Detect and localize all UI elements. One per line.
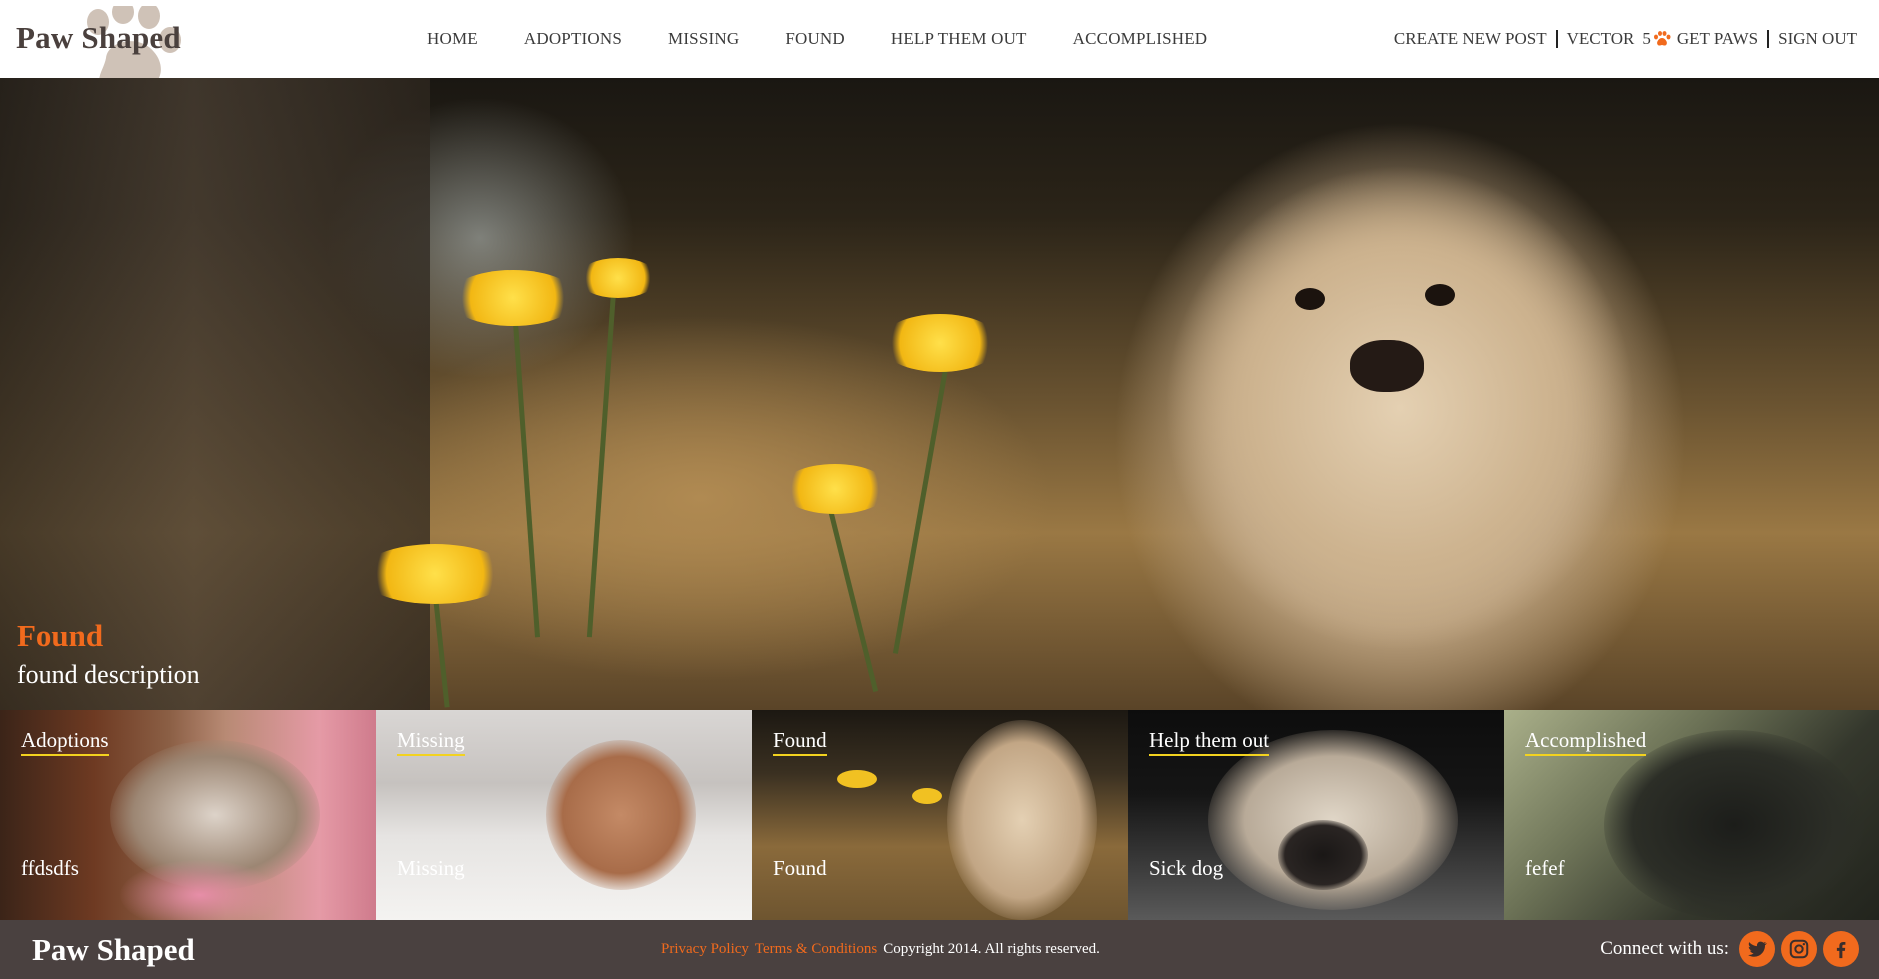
tile-heading[interactable]: Found [773, 728, 827, 756]
facebook-icon[interactable] [1823, 931, 1859, 967]
create-post-link[interactable]: CREATE NEW POST [1394, 29, 1547, 49]
tile-found[interactable]: Found Found [752, 710, 1128, 920]
tile-accomplished[interactable]: Accomplished fefef [1504, 710, 1879, 920]
dog-nose [1350, 340, 1424, 392]
pug-face-shape [1278, 820, 1368, 890]
hero-description: found description [17, 660, 200, 689]
user-nav: CREATE NEW POST VECTOR 5 GET PAWS SIGN O… [1394, 29, 1857, 49]
flower [880, 314, 1000, 372]
copyright-text: Copyright 2014. All rights reserved. [883, 941, 1100, 957]
terms-link[interactable]: Terms & Conditions [755, 941, 877, 958]
dog-eye [1425, 284, 1455, 306]
get-paws-link[interactable]: GET PAWS [1677, 29, 1758, 49]
hero-title: Found [17, 618, 104, 653]
header: Paw Shaped HOME ADOPTIONS MISSING FOUND … [0, 0, 1879, 90]
tile-description: ffdsdfs [21, 856, 79, 880]
tile-help-them-out[interactable]: Help them out Sick dog [1128, 710, 1504, 920]
twitter-icon[interactable] [1739, 931, 1775, 967]
main-nav: HOME ADOPTIONS MISSING FOUND HELP THEM O… [427, 29, 1207, 49]
flower [448, 270, 578, 326]
social-links: Connect with us: [1600, 931, 1859, 967]
dog-eye [1295, 288, 1325, 310]
tile-description: Sick dog [1149, 856, 1224, 880]
footer-brand[interactable]: Paw Shaped [32, 932, 195, 968]
poodle-shape [546, 740, 696, 890]
flower [578, 258, 658, 298]
tile-missing[interactable]: Missing Missing [376, 710, 752, 920]
flower-stem [892, 357, 950, 654]
instagram-glyph [1789, 939, 1809, 959]
nav-missing[interactable]: MISSING [668, 29, 739, 49]
flower [360, 544, 510, 604]
username-link[interactable]: VECTOR [1567, 29, 1635, 49]
category-tiles: Adoptions ffdsdfs Missing Missing Found … [0, 710, 1879, 920]
dog-photo [1050, 108, 1750, 710]
flower [780, 464, 890, 514]
hero-background [0, 78, 430, 710]
privacy-policy-link[interactable]: Privacy Policy [661, 941, 749, 958]
flower-stem [512, 307, 541, 638]
twitter-glyph [1748, 941, 1767, 957]
footer-links: Privacy Policy Terms & Conditions Copyri… [661, 941, 1100, 958]
tile-heading[interactable]: Adoptions [21, 728, 109, 756]
tile-heading[interactable]: Missing [397, 728, 465, 756]
tile-description: Missing [397, 856, 465, 880]
instagram-icon[interactable] [1781, 931, 1817, 967]
divider [1767, 30, 1770, 48]
nav-help-them-out[interactable]: HELP THEM OUT [891, 29, 1027, 49]
connect-label: Connect with us: [1600, 938, 1729, 959]
hero-caption: Found found description [17, 618, 200, 690]
flower-shape [837, 770, 877, 788]
brand-name: Paw Shaped [16, 20, 181, 55]
paw-count: 5 [1642, 29, 1651, 48]
facebook-glyph [1836, 941, 1846, 959]
panther-shape [1604, 730, 1864, 920]
puppy-shape [947, 720, 1097, 920]
divider [1555, 30, 1558, 48]
flower-shape [912, 788, 942, 804]
nav-adoptions[interactable]: ADOPTIONS [524, 29, 622, 49]
hero-slide[interactable]: Found found description [0, 78, 1879, 710]
footer: Paw Shaped Privacy Policy Terms & Condit… [0, 920, 1879, 979]
sign-out-link[interactable]: SIGN OUT [1778, 29, 1857, 49]
flower-stem [586, 277, 617, 638]
tile-heading[interactable]: Help them out [1149, 728, 1270, 756]
tile-heading[interactable]: Accomplished [1525, 728, 1647, 756]
paw-icon [1653, 31, 1671, 46]
tile-description: Found [773, 856, 827, 880]
tile-adoptions[interactable]: Adoptions ffdsdfs [0, 710, 376, 920]
tile-description: fefef [1525, 856, 1565, 880]
nav-home[interactable]: HOME [427, 29, 478, 49]
logo[interactable]: Paw Shaped [16, 6, 181, 90]
nav-accomplished[interactable]: ACCOMPLISHED [1073, 29, 1208, 49]
nav-found[interactable]: FOUND [785, 29, 845, 49]
